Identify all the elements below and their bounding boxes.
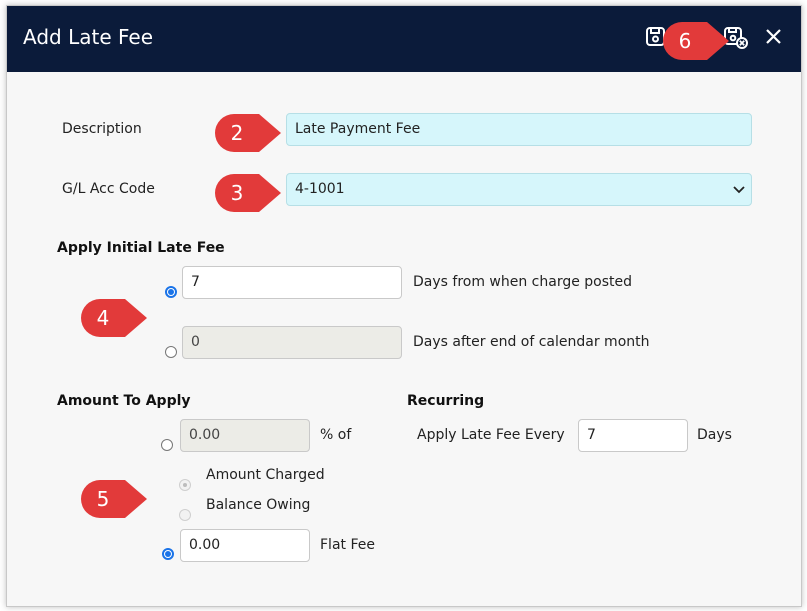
amount-charged-radio[interactable] <box>179 479 191 491</box>
callout-5-number: 5 <box>96 487 110 511</box>
callout-3-number: 3 <box>230 181 244 205</box>
balance-owing-radio[interactable] <box>179 509 191 521</box>
gl-code-select[interactable]: 4-1001 <box>286 173 752 206</box>
description-input[interactable]: Late Payment Fee <box>286 113 752 146</box>
percent-input[interactable]: 0.00 <box>180 419 310 452</box>
callout-2-number: 2 <box>230 121 244 145</box>
description-label: Description <box>62 121 142 137</box>
callout-6-number: 6 <box>678 29 692 53</box>
flat-fee-radio[interactable] <box>162 548 174 560</box>
percent-of-text: % of <box>320 427 352 443</box>
initial-late-fee-heading: Apply Initial Late Fee <box>57 240 225 256</box>
close-icon[interactable] <box>763 26 789 52</box>
dialog-title: Add Late Fee <box>23 25 153 49</box>
days-from-charge-radio[interactable] <box>165 286 177 298</box>
days-after-month-input[interactable]: 0 <box>182 326 402 359</box>
recurring-days-input[interactable]: 7 <box>578 419 688 452</box>
days-from-charge-input[interactable]: 7 <box>182 266 402 299</box>
days-from-charge-text: Days from when charge posted <box>413 274 633 290</box>
callout-4-number: 4 <box>96 306 110 330</box>
flat-fee-input[interactable]: 0.00 <box>180 529 310 562</box>
recurring-heading: Recurring <box>407 393 485 409</box>
flat-fee-label: Flat Fee <box>320 537 375 553</box>
chevron-down-icon <box>733 186 745 194</box>
amount-charged-label: Amount Charged <box>206 467 325 483</box>
recurring-label: Apply Late Fee Every <box>417 427 565 443</box>
days-after-month-text: Days after end of calendar month <box>413 334 650 350</box>
recurring-unit: Days <box>697 427 732 443</box>
amount-to-apply-heading: Amount To Apply <box>57 393 191 409</box>
gl-code-value: 4-1001 <box>295 181 345 197</box>
balance-owing-label: Balance Owing <box>206 497 311 513</box>
days-after-month-radio[interactable] <box>165 346 177 358</box>
add-late-fee-dialog: Add Late Fee Description Late Payment Fe… <box>6 5 802 607</box>
percent-radio[interactable] <box>161 439 173 451</box>
gl-code-label: G/L Acc Code <box>62 181 155 197</box>
